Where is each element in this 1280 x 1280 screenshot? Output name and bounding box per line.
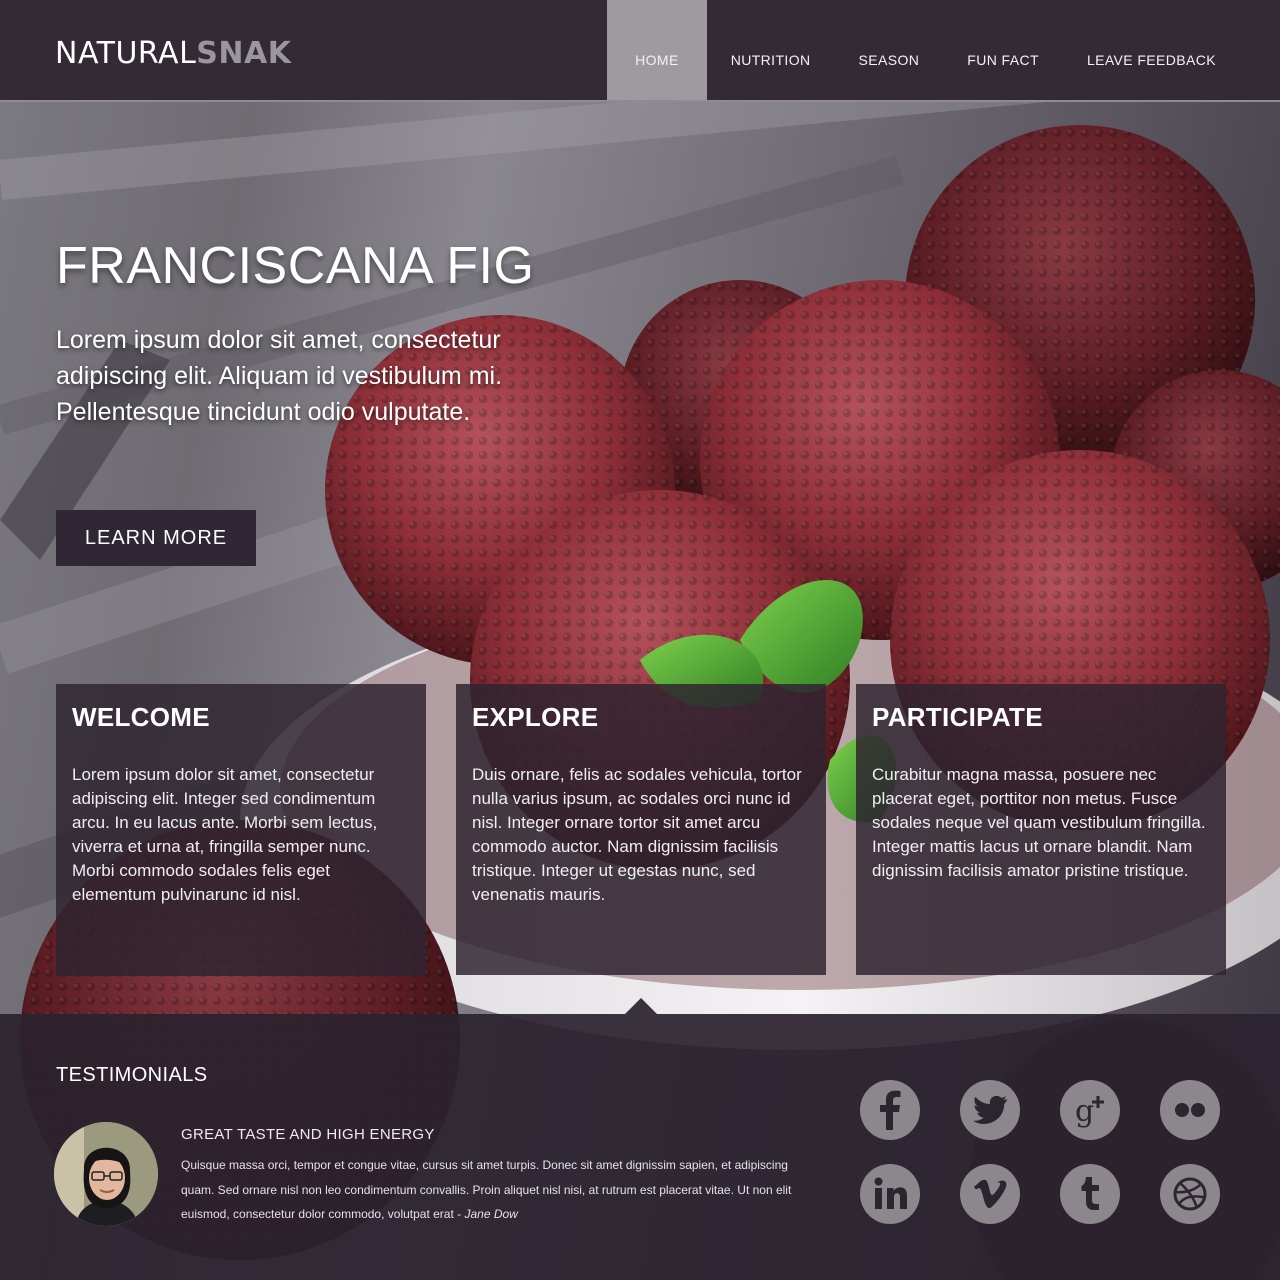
twitter-icon[interactable] bbox=[960, 1080, 1020, 1140]
brand-name-part2: SNAK bbox=[196, 36, 292, 71]
brand-logo[interactable]: NATURALSNAK bbox=[55, 36, 291, 71]
testimonial-author: Jane Dow bbox=[464, 1207, 518, 1221]
card-body: Duis ornare, felis ac sodales vehicula, … bbox=[472, 765, 802, 904]
testimonial-text: Quisque massa orci, tempor et congue vit… bbox=[181, 1153, 811, 1227]
user-portrait-icon bbox=[54, 1122, 158, 1226]
main-navigation: HOME NUTRITION SEASON FUN FACT LEAVE FEE… bbox=[607, 0, 1240, 100]
participate-card: PARTICIPATE Curabitur magna massa, posue… bbox=[856, 684, 1226, 975]
card-body: Lorem ipsum dolor sit amet, consectetur … bbox=[72, 765, 378, 904]
card-title: WELCOME bbox=[72, 702, 210, 732]
linkedin-icon[interactable] bbox=[860, 1164, 920, 1224]
nav-nutrition[interactable]: NUTRITION bbox=[707, 0, 835, 100]
hero-subtitle: Lorem ipsum dolor sit amet, consectetur … bbox=[56, 326, 503, 426]
tumblr-icon[interactable] bbox=[1060, 1164, 1120, 1224]
nav-fun-fact[interactable]: FUN FACT bbox=[943, 0, 1063, 100]
explore-card: EXPLORE Duis ornare, felis ac sodales ve… bbox=[456, 684, 826, 975]
vimeo-icon[interactable] bbox=[960, 1164, 1020, 1224]
hero-title: FRANCISCANA FIG bbox=[56, 237, 535, 295]
svg-text:g: g bbox=[1075, 1094, 1094, 1129]
nav-season[interactable]: SEASON bbox=[835, 0, 944, 100]
section-pointer bbox=[625, 998, 657, 1014]
google-plus-icon[interactable]: g bbox=[1060, 1080, 1120, 1140]
card-title: PARTICIPATE bbox=[872, 702, 1043, 732]
dribbble-icon[interactable] bbox=[1160, 1164, 1220, 1224]
facebook-icon[interactable] bbox=[860, 1080, 920, 1140]
card-body: Curabitur magna massa, posuere nec place… bbox=[872, 765, 1206, 880]
learn-more-button[interactable]: LEARN MORE bbox=[56, 510, 256, 566]
flickr-icon[interactable] bbox=[1160, 1080, 1220, 1140]
nav-home[interactable]: HOME bbox=[607, 0, 707, 100]
site-header: NATURALSNAK HOME NUTRITION SEASON FUN FA… bbox=[0, 0, 1280, 102]
card-title: EXPLORE bbox=[472, 702, 599, 732]
testimonials-heading: TESTIMONIALS bbox=[56, 1064, 208, 1086]
nav-leave-feedback[interactable]: LEAVE FEEDBACK bbox=[1063, 0, 1240, 100]
testimonial-title: GREAT TASTE AND HIGH ENERGY bbox=[181, 1126, 435, 1143]
brand-name-part1: NATURAL bbox=[55, 36, 197, 71]
avatar bbox=[54, 1122, 158, 1226]
welcome-card: WELCOME Lorem ipsum dolor sit amet, cons… bbox=[56, 684, 426, 976]
testimonials-section bbox=[0, 1014, 1280, 1280]
